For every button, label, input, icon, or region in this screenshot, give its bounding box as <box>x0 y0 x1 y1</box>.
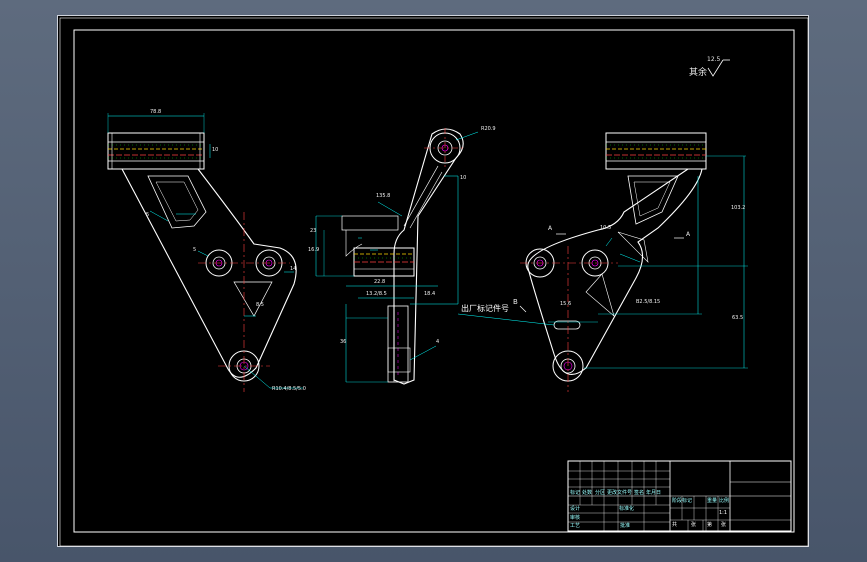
right-flange-top <box>605 132 707 170</box>
left-body-outline <box>121 168 297 378</box>
right-pocket <box>627 175 679 225</box>
right-dim-bottom: 15.6 <box>560 301 572 307</box>
left-dim-angle: 8.5 <box>256 302 264 308</box>
middle-dim-height-a: 23 <box>310 228 317 234</box>
mark-leader <box>457 313 555 326</box>
tb-info-1: 重量 <box>707 498 718 504</box>
tb-label-2: 分区 <box>595 490 606 496</box>
middle-dim-width-a: 22.8 <box>374 279 386 285</box>
tb-label-1: 处数 <box>582 490 593 496</box>
tb-sheet-1: 张 <box>691 522 697 528</box>
drawing-sheet: 其余 12.5 78.8 10 5 5 8.5 14 R10.4/8.5/5.0… <box>57 15 809 547</box>
tb-approval-1: 标准化 <box>619 506 635 512</box>
middle-dim-top-r: R20.9 <box>481 126 496 132</box>
roughness-prefix: 其余 <box>689 68 708 78</box>
tb-label-0: 标记 <box>570 490 581 496</box>
outer-border <box>59 17 809 547</box>
left-dim-right: 14 <box>290 266 297 272</box>
roughness-value: 12.5 <box>707 56 721 63</box>
middle-dim-slant: 135.8 <box>376 193 391 199</box>
left-view <box>107 113 303 392</box>
tb-label-3: 更改文件号 <box>607 490 633 496</box>
right-view <box>457 132 748 392</box>
middle-dim-tail: 36 <box>340 339 347 345</box>
right-slot <box>553 320 581 330</box>
tb-scale: 1:1 <box>719 510 728 516</box>
tb-info-0: 阶段标记 <box>672 498 693 504</box>
left-dim-bottom: R10.4/8.5/5.0 <box>272 386 306 392</box>
left-dim-small: 5 <box>146 212 150 218</box>
tb-label-5: 年月日 <box>646 490 662 496</box>
right-dim-h1: 103.2 <box>731 205 746 211</box>
tb-approval-2: 审核 <box>570 515 581 521</box>
tb-sheet-2: 第 <box>707 522 713 528</box>
tb-approval-3: 工艺 <box>570 523 581 529</box>
tb-label-4: 签名 <box>634 490 645 496</box>
middle-dim-width-b: 13.2/8.5 <box>366 291 387 297</box>
right-dim-center: 10.5 <box>600 225 612 231</box>
middle-dim-height-b: 16.9 <box>308 247 320 253</box>
inner-border <box>73 29 795 533</box>
middle-dim-tail-right: 4 <box>436 339 440 345</box>
tb-sheet-0: 共 <box>672 522 678 528</box>
tb-sheet-3: 张 <box>721 522 727 528</box>
right-section-a-label-2: A <box>686 231 691 238</box>
left-dim-center: 5 <box>193 247 197 253</box>
left-flange-top <box>107 132 205 170</box>
middle-view <box>315 128 479 385</box>
middle-arm-outline <box>393 128 464 385</box>
factory-mark-label: 出厂标记件号 <box>461 304 509 313</box>
right-dim-bore: B2.5/8.15 <box>636 299 661 305</box>
left-dim-flange: 10 <box>212 147 219 153</box>
right-body-outline <box>527 168 703 376</box>
title-block-lines <box>567 460 792 532</box>
tb-approval-0: 设计 <box>570 506 581 512</box>
tb-info-2: 比例 <box>719 498 730 504</box>
right-side-b-label: B <box>513 298 518 306</box>
middle-dim-gap: 10 <box>460 175 467 181</box>
right-dim-h2: 63.5 <box>732 315 744 321</box>
right-section-a-label: A <box>548 225 553 232</box>
middle-dim-width-c: 18.4 <box>424 291 436 297</box>
cad-drawing <box>59 17 809 547</box>
tb-approval-4: 批准 <box>620 523 631 529</box>
left-lower-pocket <box>233 281 273 317</box>
left-dim-top-width: 78.8 <box>150 109 162 115</box>
